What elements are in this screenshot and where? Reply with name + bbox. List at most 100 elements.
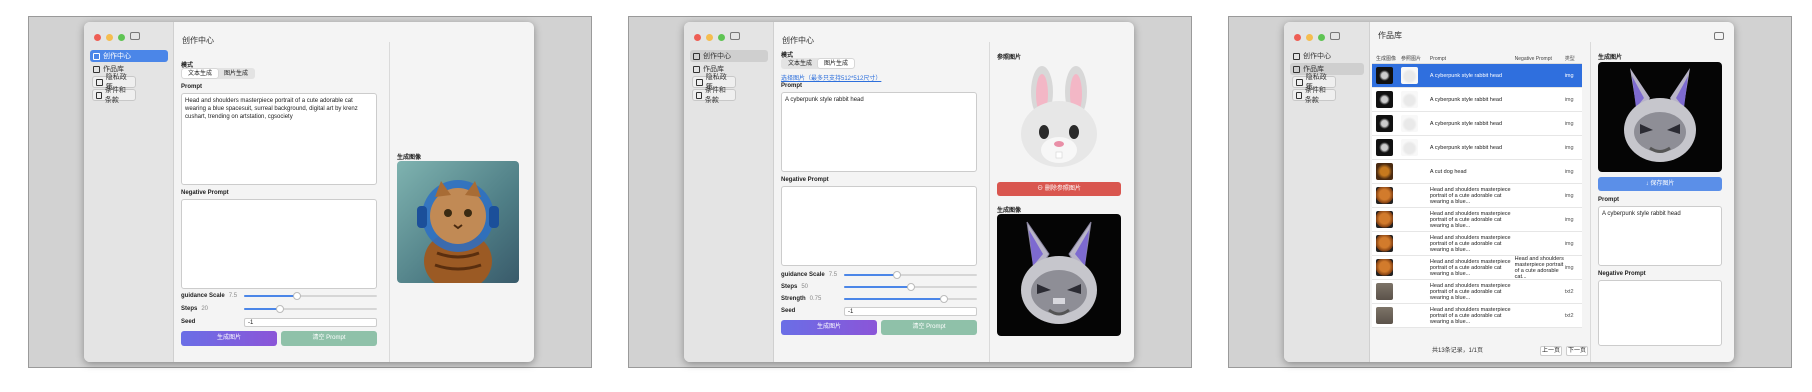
guidance-label-text: guidance Scale [181,293,225,299]
slider-fill [844,298,944,300]
col-reference[interactable]: 参照图片 [1401,55,1430,62]
strength-value: 0.75 [809,296,822,302]
maximize-icon[interactable] [718,34,725,41]
prompt-cell: Head and shoulders masterpiece portrait … [1429,210,1511,229]
window-controls[interactable] [694,34,725,41]
prompt-textarea[interactable]: Head and shoulders masterpiece portrait … [181,93,377,185]
window-controls[interactable] [94,34,125,41]
type-cell: img [1564,72,1574,79]
sidebar-toggle-icon[interactable] [130,32,140,40]
reference-thumbnail [1401,115,1419,132]
negative-prompt-label: Negative Prompt [1598,271,1646,277]
select-image-link[interactable]: 选择图片（最多只支持512*512尺寸） [781,73,881,82]
slider-knob[interactable] [893,271,902,279]
detail-image-label: 生成图片 [1598,55,1623,61]
type-cell: txt2 [1564,288,1574,295]
negative-prompt-textarea[interactable] [781,186,977,266]
sidebar-item-terms[interactable]: 条件和条款 [1292,87,1336,104]
table-row[interactable]: A cyberpunk style rabbit head img [1372,112,1582,136]
slider-knob[interactable] [939,295,948,303]
seed-input[interactable]: -1 [244,318,377,327]
result-label: 生成图像 [397,155,422,161]
table-row[interactable]: A cyberpunk style rabbit head img [1372,88,1582,112]
close-icon[interactable] [694,34,701,41]
save-image-button[interactable]: ↓ 保存图片 [1598,177,1722,191]
table-row[interactable]: Head and shoulders masterpiece portrait … [1372,184,1582,208]
sidebar-toggle-icon[interactable] [730,32,740,40]
document-icon [96,91,102,99]
prompt-label: Prompt [181,84,202,90]
slider-knob[interactable] [906,283,915,291]
mode-image-option[interactable]: 图片生成 [818,59,855,68]
sidebar-nav: 创作中心 作品库 隐私政策 条件和条款 [1290,50,1364,104]
sidebar-item-terms[interactable]: 条件和条款 [92,87,136,104]
minimize-icon[interactable] [1306,34,1313,41]
negative-prompt-textarea[interactable] [181,199,377,289]
app-window: 创作中心 作品库 隐私政策 条件和条款 创作中心 模式 文本生成 图片生成 选择… [684,22,1134,362]
sidebar-toggle-icon[interactable] [1330,32,1340,40]
table-row[interactable]: Head and shoulders masterpiece portrait … [1372,208,1582,232]
steps-value: 20 [201,306,209,312]
slider-knob[interactable] [275,305,284,313]
clear-prompt-button[interactable]: 清空 Prompt [281,331,377,346]
strength-label-text: Strength [781,296,806,302]
mode-text-option[interactable]: 文本生成 [782,59,818,68]
works-table: 生成图像 参照图片 Prompt Negative Prompt 类型 A cy… [1372,54,1582,328]
delete-reference-button[interactable]: ⊖ 删除参照图片 [997,182,1121,196]
close-icon[interactable] [94,34,101,41]
prompt-cell: Head and shoulders masterpiece portrait … [1429,306,1511,325]
sidebar-item-create[interactable]: 创作中心 [1290,50,1364,62]
guidance-scale-label: guidance Scale 7.5 [781,272,837,278]
col-type[interactable]: 类型 [1565,55,1582,62]
generated-thumb-cell [1372,211,1401,228]
next-page-button[interactable]: 下一页 [1566,346,1588,356]
sidebar-item-label: 条件和条款 [104,87,126,104]
prompt-detail: A cyberpunk style rabbit head [1598,206,1722,266]
table-row[interactable]: Head and shoulders masterpiece portrait … [1372,280,1582,304]
table-row[interactable]: A cyberpunk style rabbit head img [1372,64,1582,88]
generate-button[interactable]: 生成图片 [781,320,877,335]
guidance-value: 7.5 [228,293,238,299]
table-row[interactable]: A cyberpunk style rabbit head img [1372,136,1582,160]
mode-segmented-control[interactable]: 文本生成 图片生成 [781,58,856,69]
table-row[interactable]: Head and shoulders masterpiece portrait … [1372,256,1582,280]
negative-prompt-detail [1598,280,1722,346]
steps-slider[interactable] [244,305,377,313]
mode-image-option[interactable]: 图片生成 [218,69,254,78]
table-row[interactable]: Head and shoulders masterpiece portrait … [1372,304,1582,328]
guidance-slider[interactable] [844,271,977,279]
table-row[interactable]: A cut dog head img [1372,160,1582,184]
cyberpunk-rabbit-illustration [1624,68,1696,162]
maximize-icon[interactable] [118,34,125,41]
strength-slider[interactable] [844,295,977,303]
maximize-icon[interactable] [1318,34,1325,41]
window-controls[interactable] [1294,34,1325,41]
minimize-icon[interactable] [706,34,713,41]
prompt-textarea[interactable]: A cyberpunk style rabbit head [781,92,977,172]
sidebar-item-create[interactable]: 创作中心 [690,50,768,62]
generate-button[interactable]: 生成图片 [181,331,277,346]
close-icon[interactable] [1294,34,1301,41]
table-row[interactable]: Head and shoulders masterpiece portrait … [1372,232,1582,256]
prev-page-button[interactable]: 上一页 [1540,346,1562,356]
seed-label: Seed [181,319,196,325]
mode-text-option[interactable]: 文本生成 [182,69,219,78]
steps-label: Steps 20 [181,306,208,312]
col-generated[interactable]: 生成图像 [1372,55,1401,62]
generated-thumbnail [1376,211,1393,228]
slider-fill [844,274,898,276]
sidebar-item-terms[interactable]: 条件和条款 [692,87,736,104]
col-negative[interactable]: Negative Prompt [1515,56,1565,62]
col-prompt[interactable]: Prompt [1430,56,1515,62]
inspector-toggle-icon[interactable] [1714,32,1724,40]
minimize-icon[interactable] [106,34,113,41]
guidance-slider[interactable] [244,292,377,300]
slider-knob[interactable] [293,292,302,300]
seed-input[interactable]: -1 [844,307,977,316]
mode-segmented-control[interactable]: 文本生成 图片生成 [181,68,256,79]
document-icon [696,91,702,99]
sidebar-item-create[interactable]: 创作中心 [90,50,168,62]
strength-label: Strength 0.75 [781,296,821,302]
clear-prompt-button[interactable]: 清空 Prompt [881,320,977,335]
steps-slider[interactable] [844,283,977,291]
